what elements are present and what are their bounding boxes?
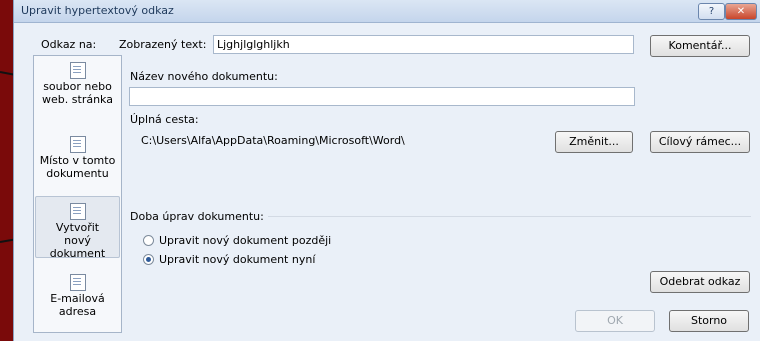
new-document-icon bbox=[69, 203, 86, 220]
link-to-label: Odkaz na: bbox=[41, 38, 97, 51]
target-frame-button[interactable]: Cílový rámec... bbox=[650, 131, 750, 153]
change-button[interactable]: Změnit... bbox=[555, 131, 633, 153]
comment-button[interactable]: Komentář... bbox=[650, 35, 750, 57]
link-to-sidebar: soubor nebo web. stránka Místo v tomto d… bbox=[33, 55, 122, 333]
nav-item-email-label: E-mailová adresa bbox=[50, 292, 105, 318]
radio-edit-later[interactable] bbox=[143, 235, 154, 246]
email-icon bbox=[69, 274, 86, 291]
edit-time-separator bbox=[268, 216, 751, 217]
nav-item-email[interactable]: E-mailová adresa bbox=[35, 274, 120, 318]
display-text-input[interactable]: Ljghjlglghljkh bbox=[213, 35, 634, 54]
new-document-name-label: Název nového dokumentu: bbox=[130, 70, 278, 83]
radio-edit-now-label[interactable]: Upravit nový dokument nyní bbox=[159, 253, 315, 266]
document-place-icon bbox=[69, 136, 86, 153]
nav-item-place-label: Místo v tomto dokumentu bbox=[39, 154, 116, 180]
ok-button[interactable]: OK bbox=[575, 310, 655, 332]
radio-edit-later-label[interactable]: Upravit nový dokument později bbox=[159, 234, 331, 247]
cancel-button[interactable]: Storno bbox=[669, 310, 749, 332]
help-button[interactable]: ? bbox=[698, 3, 725, 20]
display-text-label: Zobrazený text: bbox=[119, 38, 207, 51]
remove-link-button[interactable]: Odebrat odkaz bbox=[650, 271, 750, 293]
full-path-label: Úplná cesta: bbox=[130, 113, 199, 126]
globe-document-icon bbox=[69, 62, 86, 79]
nav-item-existing-file[interactable]: soubor nebo web. stránka bbox=[35, 62, 120, 106]
title-bar: Upravit hypertextový odkaz ? ✕ bbox=[14, 0, 760, 23]
nav-item-new-document-label: Vytvořit nový dokument bbox=[49, 221, 106, 260]
nav-item-place-in-document[interactable]: Místo v tomto dokumentu bbox=[35, 136, 120, 180]
new-document-name-input[interactable] bbox=[129, 87, 635, 106]
full-path-value: C:\Users\Alfa\AppData\Roaming\Microsoft\… bbox=[141, 134, 405, 147]
nav-item-new-document[interactable]: Vytvořit nový dokument bbox=[35, 196, 120, 260]
close-button[interactable]: ✕ bbox=[725, 3, 757, 20]
hyperlink-dialog: Upravit hypertextový odkaz ? ✕ Odkaz na:… bbox=[13, 0, 760, 341]
nav-item-existing-file-label: soubor nebo web. stránka bbox=[42, 80, 113, 106]
edit-time-label: Doba úprav dokumentu: bbox=[130, 210, 264, 223]
dialog-title: Upravit hypertextový odkaz bbox=[21, 4, 174, 17]
radio-edit-now[interactable] bbox=[143, 254, 154, 265]
